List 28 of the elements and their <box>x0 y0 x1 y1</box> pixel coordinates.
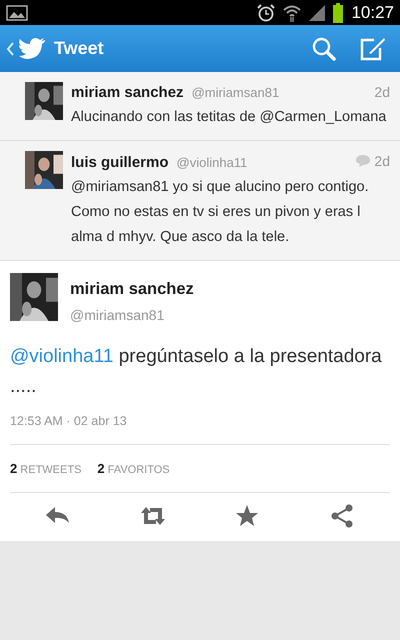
share-icon <box>330 504 356 528</box>
author-handle: @violinha11 <box>176 154 248 172</box>
wifi-icon <box>283 4 302 22</box>
author-name: miriam sanchez <box>70 278 194 300</box>
gallery-icon <box>6 4 28 20</box>
clock-time: 10:27 <box>351 2 394 24</box>
back-icon <box>6 42 14 56</box>
alarm-icon <box>257 4 276 22</box>
back-button[interactable] <box>6 36 46 60</box>
tweet-text: @violinha11 pregúntaselo a la presentadora ..... <box>10 345 383 400</box>
battery-icon <box>333 2 344 22</box>
stat-count[interactable]: 2 FAVORITOS <box>97 459 170 478</box>
stat-count[interactable]: 2 RETWEETS <box>10 459 82 478</box>
author-handle: @miriamsan81 <box>192 84 280 102</box>
tweet-age: 2d <box>374 152 390 170</box>
screen-title: Tweet <box>54 37 104 60</box>
search-icon[interactable] <box>312 36 336 60</box>
bird-logo <box>18 36 46 60</box>
author-name: luis guillermo <box>71 153 169 173</box>
tweet-text: @miriamsan81 yo si que alucino pero contigo. Como no estas en tv si eres un pivon y eras l alma d mhyv. Que asco da la tele. <box>71 178 370 246</box>
author-handle: @miriamsan81 <box>70 306 166 326</box>
compose-icon[interactable] <box>360 36 386 60</box>
tweet-text: Alucinando con las tetitas de @Carmen_Lomana <box>71 108 388 126</box>
tweet-timestamp: 12:53 AM · 02 abr 13 <box>10 413 128 430</box>
star-icon <box>234 504 260 528</box>
author-name: miriam sanchez <box>71 83 184 103</box>
signal-icon <box>309 4 326 20</box>
tweet-age: 2d <box>374 83 390 102</box>
